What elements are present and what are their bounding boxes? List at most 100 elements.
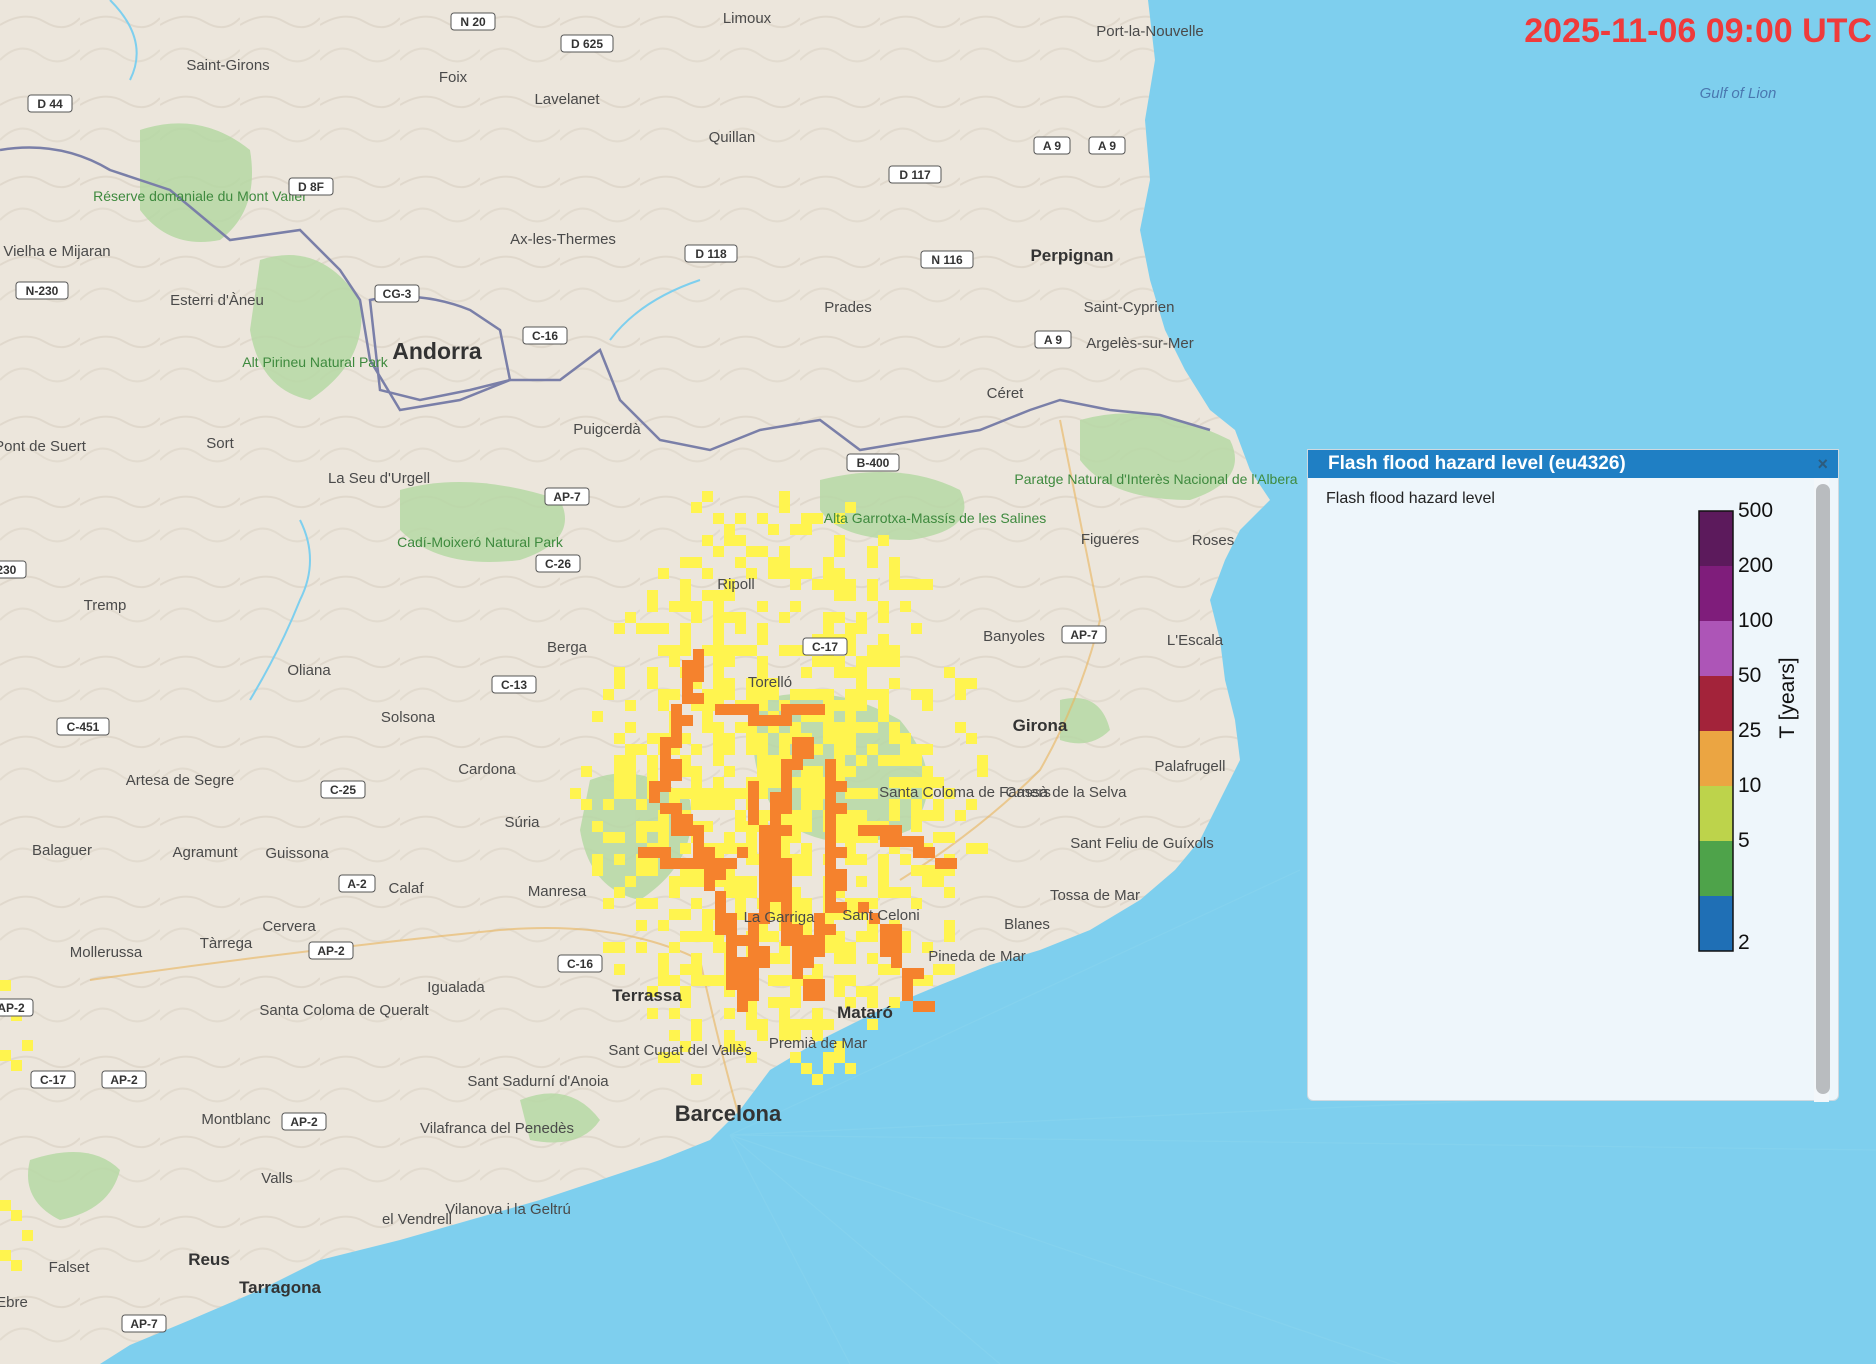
hazard-cell [724, 656, 735, 667]
hazard-cell [737, 990, 748, 1001]
hazard-cell [880, 825, 891, 836]
place-label: Esterri d'Àneu [170, 292, 264, 309]
hazard-cell [790, 524, 801, 535]
hazard-cell [814, 924, 825, 935]
road-shield-label: A 9 [1098, 139, 1117, 153]
hazard-cell [647, 623, 658, 634]
place-label: Sant Sadurní d'Anoia [467, 1073, 609, 1090]
road-shield-label: AP-2 [0, 1001, 25, 1015]
hazard-cell [737, 847, 748, 858]
hazard-cell [691, 953, 702, 964]
hazard-cell [625, 744, 636, 755]
road-shield: C-16 [557, 954, 603, 973]
place-label: Ebre [0, 1294, 28, 1311]
hazard-cell [746, 887, 757, 898]
hazard-cell [878, 876, 889, 887]
hazard-cell [825, 759, 836, 770]
hazard-cell [768, 766, 779, 777]
hazard-cell [845, 942, 856, 953]
legend-axis-label: T [years] [1776, 657, 1799, 738]
hazard-cell [933, 810, 944, 821]
hazard-cell [715, 858, 726, 869]
hazard-cell [735, 535, 746, 546]
hazard-cell [803, 946, 814, 957]
hazard-cell [636, 865, 647, 876]
road-shield: A 9 [1034, 330, 1072, 349]
hazard-cell [680, 557, 691, 568]
hazard-cell [691, 766, 702, 777]
hazard-cell [746, 832, 757, 843]
hazard-cell [768, 557, 779, 568]
hazard-cell [11, 1210, 22, 1221]
place-label: Mollerussa [70, 944, 143, 961]
hazard-cell [757, 1030, 768, 1041]
hazard-cell [682, 682, 693, 693]
hazard-cell [647, 678, 658, 689]
hazard-cell [693, 693, 704, 704]
hazard-cell [724, 612, 735, 623]
hazard-cell [878, 964, 889, 975]
hazard-cell [660, 759, 671, 770]
hazard-cell [713, 722, 724, 733]
hazard-cell [757, 601, 768, 612]
hazard-cell [823, 568, 834, 579]
hazard-cell [757, 744, 768, 755]
hazard-cell [781, 792, 792, 803]
hazard-cell [691, 601, 702, 612]
hazard-cell [792, 957, 803, 968]
hazard-cell [713, 942, 724, 953]
hazard-cell [856, 689, 867, 700]
hazard-cell [814, 704, 825, 715]
place-label: Manresa [528, 883, 587, 900]
hazard-cell [693, 671, 704, 682]
hazard-cell [900, 744, 911, 755]
hazard-cell [768, 777, 779, 788]
hazard-cell [724, 832, 735, 843]
hazard-cell [781, 858, 792, 869]
hazard-cell [724, 744, 735, 755]
hazard-cell [823, 656, 834, 667]
hazard-cell [781, 770, 792, 781]
hazard-cell [823, 1063, 834, 1074]
road-shield: N-230 [0, 560, 27, 579]
hazard-cell [779, 997, 790, 1008]
legend-tick-label: 500 [1738, 499, 1773, 522]
hazard-cell [746, 744, 757, 755]
hazard-cell [735, 898, 746, 909]
hazard-cell [779, 502, 790, 513]
hazard-cell [702, 799, 713, 810]
hazard-cell [790, 986, 801, 997]
hazard-cell [658, 821, 669, 832]
hazard-cell [724, 1008, 735, 1019]
hazard-cell [625, 755, 636, 766]
scrollbar-thumb[interactable] [1816, 484, 1830, 1094]
close-icon[interactable]: × [1817, 454, 1828, 475]
hazard-cell [726, 957, 737, 968]
place-label: Terrassa [612, 986, 682, 1005]
hazard-cell [680, 964, 691, 975]
hazard-cell [856, 854, 867, 865]
hazard-cell [814, 990, 825, 1001]
place-label: Foix [439, 69, 468, 86]
hazard-cell [779, 557, 790, 568]
hazard-cell [647, 755, 658, 766]
hazard-cell [803, 748, 814, 759]
hazard-cell [792, 968, 803, 979]
hazard-cell [748, 704, 759, 715]
place-label: Pont de Suert [0, 438, 87, 455]
hazard-cell [636, 623, 647, 634]
hazard-cell [770, 891, 781, 902]
hazard-cell [638, 847, 649, 858]
hazard-cell [647, 601, 658, 612]
hazard-cell [946, 858, 957, 869]
hazard-cell [770, 880, 781, 891]
hazard-cell [702, 909, 713, 920]
road-shield-label: A 9 [1044, 333, 1063, 347]
hazard-cell [922, 689, 933, 700]
hazard-cell [781, 704, 792, 715]
hazard-cell [856, 623, 867, 634]
hazard-cell [680, 623, 691, 634]
hazard-cell [779, 1008, 790, 1019]
hazard-cell [812, 579, 823, 590]
hazard-cell [680, 909, 691, 920]
